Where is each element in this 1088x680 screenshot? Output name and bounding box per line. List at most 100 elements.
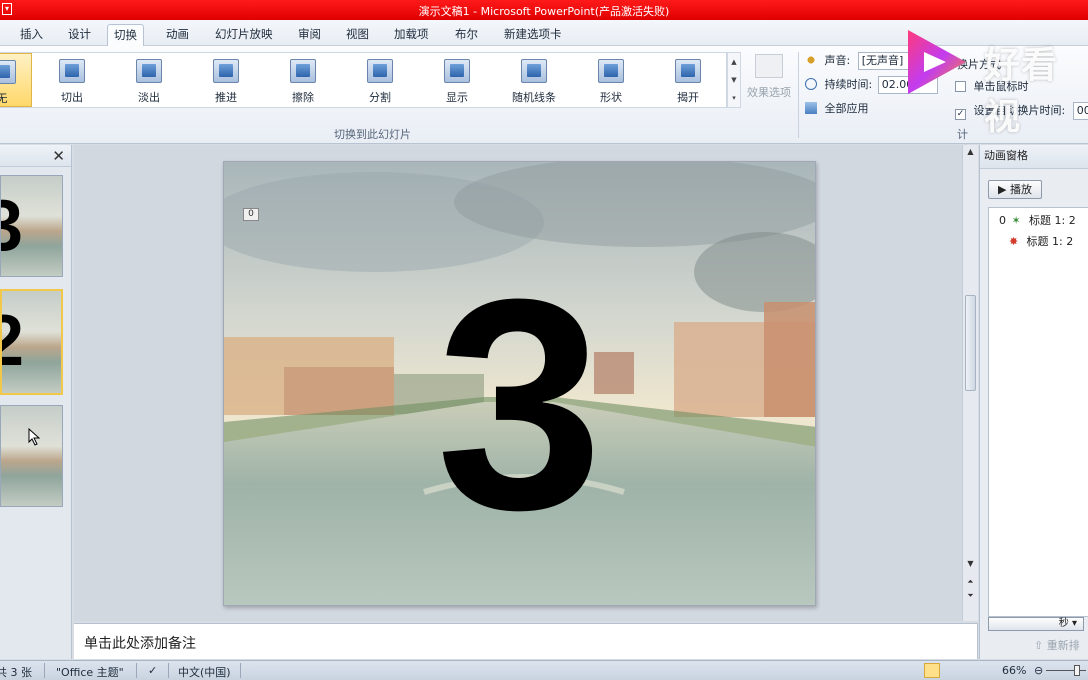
gallery-scroll[interactable]: ▲ ▼ ▾ [727, 52, 741, 108]
reorder-button[interactable]: ⇧ 重新排 [1034, 637, 1080, 653]
mouse-cursor-icon [28, 428, 41, 446]
transition-cut[interactable]: 切出 [42, 53, 102, 107]
scroll-up-icon[interactable]: ▲ [963, 147, 978, 156]
zoom-level[interactable]: 66% [1002, 664, 1026, 677]
slide-title-number[interactable]: 3 [224, 254, 815, 554]
slide-thumbnail-3[interactable] [0, 405, 63, 507]
tab-animations[interactable]: 动画 [160, 24, 195, 46]
tab-insert[interactable]: 插入 [14, 24, 49, 46]
status-separator [44, 663, 45, 678]
gallery-more-icon[interactable]: ▾ [728, 89, 740, 107]
thumbnail-number: 2 [2, 301, 24, 381]
transition-uncover[interactable]: 揭开 [658, 53, 718, 107]
tab-addins[interactable]: 加载项 [388, 24, 435, 46]
transition-none[interactable]: 无 [0, 53, 32, 107]
apply-all-icon [805, 102, 817, 114]
tab-slideshow[interactable]: 幻灯片放映 [209, 24, 279, 46]
notes-placeholder: 单击此处添加备注 [84, 636, 196, 652]
slide-sorter-icon[interactable] [942, 663, 958, 678]
slide-thumbnail-1[interactable]: 3 [0, 175, 63, 277]
emphasis-effect-icon: ✸ [1009, 235, 1019, 248]
play-button[interactable]: ▶ 播放 [988, 180, 1042, 199]
language[interactable]: 中文(中国) [178, 664, 231, 680]
title-bar: ▾ 演示文稿1 - Microsoft PowerPoint(产品激活失败) [0, 0, 1088, 20]
effect-options-label: 效果选项 [747, 86, 791, 99]
slides-pane-header: ✕ [0, 145, 71, 167]
next-slide-icon[interactable]: ⏷ [963, 591, 978, 601]
transition-label: 无 [0, 92, 8, 105]
effect-options-icon [755, 54, 783, 78]
reorder-label: 重新排 [1046, 639, 1080, 652]
status-separator [240, 663, 241, 678]
uncover-transition-icon [675, 59, 701, 83]
status-separator [136, 663, 137, 678]
fade-transition-icon [136, 59, 162, 83]
scroll-down-icon[interactable]: ▼ [963, 559, 978, 568]
transition-wipe[interactable]: 擦除 [273, 53, 333, 107]
wipe-transition-icon [290, 59, 316, 83]
reveal-transition-icon [444, 59, 470, 83]
status-bar: 共 3 张 "Office 主题" ✓ 中文(中国) 66% ⊖ [0, 660, 1088, 680]
none-transition-icon [0, 60, 16, 84]
split-transition-icon [367, 59, 393, 83]
normal-view-icon[interactable] [924, 663, 940, 678]
tab-new[interactable]: 新建选项卡 [498, 24, 568, 46]
zoom-slider-knob[interactable] [1074, 665, 1080, 676]
transition-label: 淡出 [138, 91, 160, 104]
random-bars-transition-icon [521, 59, 547, 83]
animation-list: 0 ✶ 标题 1: 2 ✸ 标题 1: 2 [988, 207, 1088, 617]
tab-view[interactable]: 视图 [340, 24, 375, 46]
animation-item-2[interactable]: ✸ 标题 1: 2 [1007, 233, 1073, 249]
notes-pane[interactable]: 单击此处添加备注 [74, 623, 978, 659]
zoom-out-icon[interactable]: ⊖ [1034, 664, 1043, 677]
gallery-up-icon[interactable]: ▲ [728, 53, 740, 71]
slide-canvas[interactable]: 3 0 [223, 161, 816, 606]
transition-label: 切出 [61, 91, 83, 104]
slide-vertical-scrollbar[interactable]: ▲ ▼ ⏶ ⏷ [962, 145, 978, 621]
apply-all-label: 全部应用 [824, 102, 869, 115]
transition-push[interactable]: 推进 [196, 53, 256, 107]
watermark-logo-icon [908, 30, 966, 94]
zoom-slider[interactable] [1046, 670, 1086, 671]
previous-slide-icon[interactable]: ⏶ [963, 577, 978, 587]
transition-shape[interactable]: 形状 [581, 53, 641, 107]
gallery-down-icon[interactable]: ▼ [728, 71, 740, 89]
after-checkbox[interactable]: ✓ [955, 109, 966, 120]
close-icon[interactable]: ✕ [52, 147, 65, 165]
tab-review[interactable]: 审阅 [292, 24, 327, 46]
transition-fade[interactable]: 淡出 [119, 53, 179, 107]
sound-icon [805, 54, 817, 66]
entrance-effect-icon: ✶ [1011, 214, 1021, 227]
sound-label: 声音: [824, 54, 851, 67]
cut-transition-icon [59, 59, 85, 83]
transition-label: 推进 [215, 91, 237, 104]
seconds-dropdown[interactable]: 秒 ▾ [988, 617, 1084, 631]
spell-check-icon[interactable]: ✓ [148, 664, 157, 677]
tab-transitions[interactable]: 切换 [107, 24, 144, 46]
shape-transition-icon [598, 59, 624, 83]
clock-icon [805, 78, 817, 90]
status-separator [168, 663, 169, 678]
apply-all-button[interactable]: 全部应用 [805, 100, 869, 118]
animation-order-tag[interactable]: 0 [243, 208, 259, 221]
thumbnail-number: 3 [1, 186, 23, 266]
group-label-transition: 切换到此幻灯片 [334, 128, 411, 141]
transition-split[interactable]: 分割 [350, 53, 410, 107]
scrollbar-thumb[interactable] [965, 295, 976, 391]
slideshow-view-icon[interactable] [978, 663, 994, 678]
tab-boolean[interactable]: 布尔 [449, 24, 484, 46]
animation-index: 0 [999, 214, 1006, 227]
slides-pane: ✕ 3 2 [0, 145, 72, 659]
animation-item-1[interactable]: 0 ✶ 标题 1: 2 [999, 212, 1076, 228]
effect-options-button[interactable]: 效果选项 [744, 50, 794, 112]
theme-name[interactable]: "Office 主题" [56, 664, 124, 680]
transition-reveal[interactable]: 显示 [427, 53, 487, 107]
slide-thumbnail-2[interactable]: 2 [0, 289, 63, 395]
transition-random-bars[interactable]: 随机线条 [504, 53, 564, 107]
reading-view-icon[interactable] [960, 663, 976, 678]
window-title: 演示文稿1 - Microsoft PowerPoint(产品激活失败) [418, 5, 670, 18]
duration-label: 持续时间: [824, 78, 873, 91]
watermark-text: 好看视 [984, 45, 1059, 138]
tab-design[interactable]: 设计 [62, 24, 97, 46]
transition-label: 擦除 [292, 91, 314, 104]
